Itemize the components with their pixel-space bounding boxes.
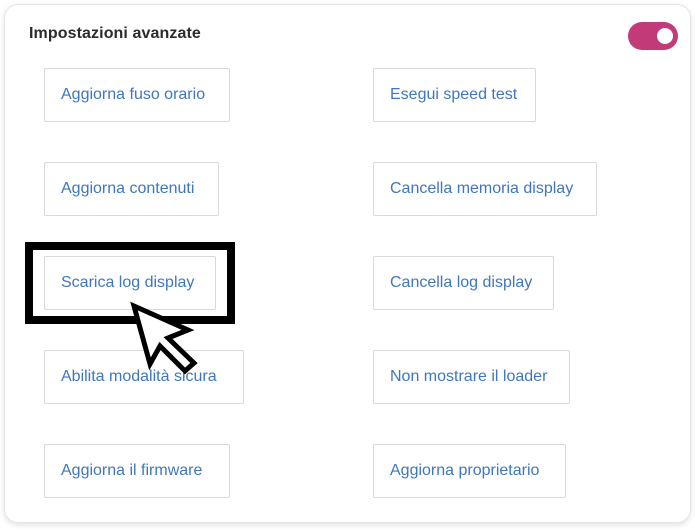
update-timezone-button[interactable]: Aggiorna fuso orario [44,68,230,122]
hide-loader-button[interactable]: Non mostrare il loader [373,350,570,404]
clear-display-log-button[interactable]: Cancella log display [373,256,554,310]
run-speed-test-button[interactable]: Esegui speed test [373,68,536,122]
update-owner-button[interactable]: Aggiorna proprietario [373,444,566,498]
update-firmware-button[interactable]: Aggiorna il firmware [44,444,230,498]
download-display-log-button[interactable]: Scarica log display [44,256,216,310]
update-content-button[interactable]: Aggiorna contenuti [44,162,219,216]
advanced-settings-toggle[interactable] [628,22,678,50]
clear-display-memory-button[interactable]: Cancella memoria display [373,162,597,216]
advanced-settings-title: Impostazioni avanzate [29,25,201,42]
enable-safe-mode-button[interactable]: Abilita modalità sicura [44,350,244,404]
toggle-knob [657,28,673,44]
